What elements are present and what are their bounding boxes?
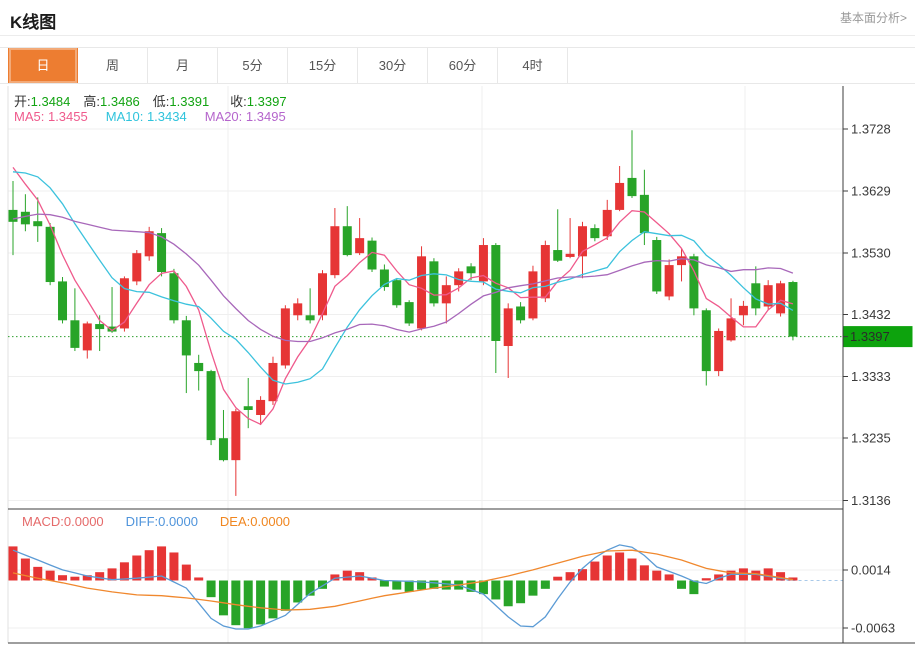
high-label: 高: [83,94,101,109]
tab-period-0[interactable]: 日 [8,48,78,83]
ma5-line [12,167,794,426]
candles-layer [8,130,798,496]
open-value: 1.3484 [30,94,71,109]
ma-row: MA5: 1.3455 MA10: 1.3434 MA20: 1.3495 [14,109,286,124]
price-axis-labels: 1.3728 1.3629 1.3530 1.3432 1.3333 1.3235 1.31… [843,122,891,508]
ma5-readout: MA5: 1.3455 [14,109,88,124]
diff-readout: DIFF:0.0000 [125,514,198,529]
kline-chart-canvas[interactable]: 1.3397 1.3728 1.3629 1.3530 1.3432 1.3333 1.32… [0,86,915,645]
ma20-readout: MA20: 1.3495 [204,109,286,124]
close-value: 1.3397 [246,94,287,109]
svg-text:1.3629: 1.3629 [851,184,891,199]
ma10-readout: MA10: 1.3434 [105,109,187,124]
chart-area: 1.3397 1.3728 1.3629 1.3530 1.3432 1.3333 1.32… [0,86,915,645]
macd-histogram [8,546,798,629]
panel-borders [8,86,915,644]
current-price-tag-value: 1.3397 [850,329,890,344]
tab-period-7[interactable]: 4时 [498,48,568,83]
tab-period-6[interactable]: 60分 [428,48,498,83]
macd-axis-labels: 0.0014 -0.0063 [843,562,895,636]
svg-text:0.0014: 0.0014 [851,562,891,577]
tab-period-4[interactable]: 15分 [288,48,358,83]
tab-period-5[interactable]: 30分 [358,48,428,83]
macd-readout: MACD:0.0000 [22,514,104,529]
tab-period-3[interactable]: 5分 [218,48,288,83]
svg-text:1.3333: 1.3333 [851,369,891,384]
dea-readout: DEA:0.0000 [219,514,291,529]
macd-row: MACD:0.0000 DIFF:0.0000 DEA:0.0000 [22,514,290,529]
page-title: K线图 [10,13,57,32]
close-label: 收: [230,94,247,109]
fundamental-analysis-link[interactable]: 基本面分析> [840,9,907,26]
high-value: 1.3486 [100,94,140,109]
widget-header: K线图 基本面分析> [0,0,915,36]
period-tab-bar: 日周月 5分 15分 30分 60分 4时 [0,47,915,84]
kline-widget: { "header": { "title": "K线图", "link": "基… [0,0,915,647]
diff-line [12,544,793,630]
svg-text:1.3728: 1.3728 [851,122,891,137]
svg-text:1.3530: 1.3530 [851,246,891,261]
svg-text:1.3136: 1.3136 [851,493,891,508]
low-label: 低: [152,94,170,109]
tab-period-1[interactable]: 周 [78,48,148,83]
tab-period-2[interactable]: 月 [148,48,218,83]
open-label: 开: [14,94,31,109]
svg-text:-0.0063: -0.0063 [851,621,895,636]
ohlc-row: 开:1.3484 高:1.3486 低:1.3391 收:1.3397 [14,91,300,110]
dea-line [12,549,794,611]
svg-text:1.3235: 1.3235 [851,431,891,446]
svg-text:1.3432: 1.3432 [851,307,891,322]
low-value: 1.3391 [169,94,210,109]
